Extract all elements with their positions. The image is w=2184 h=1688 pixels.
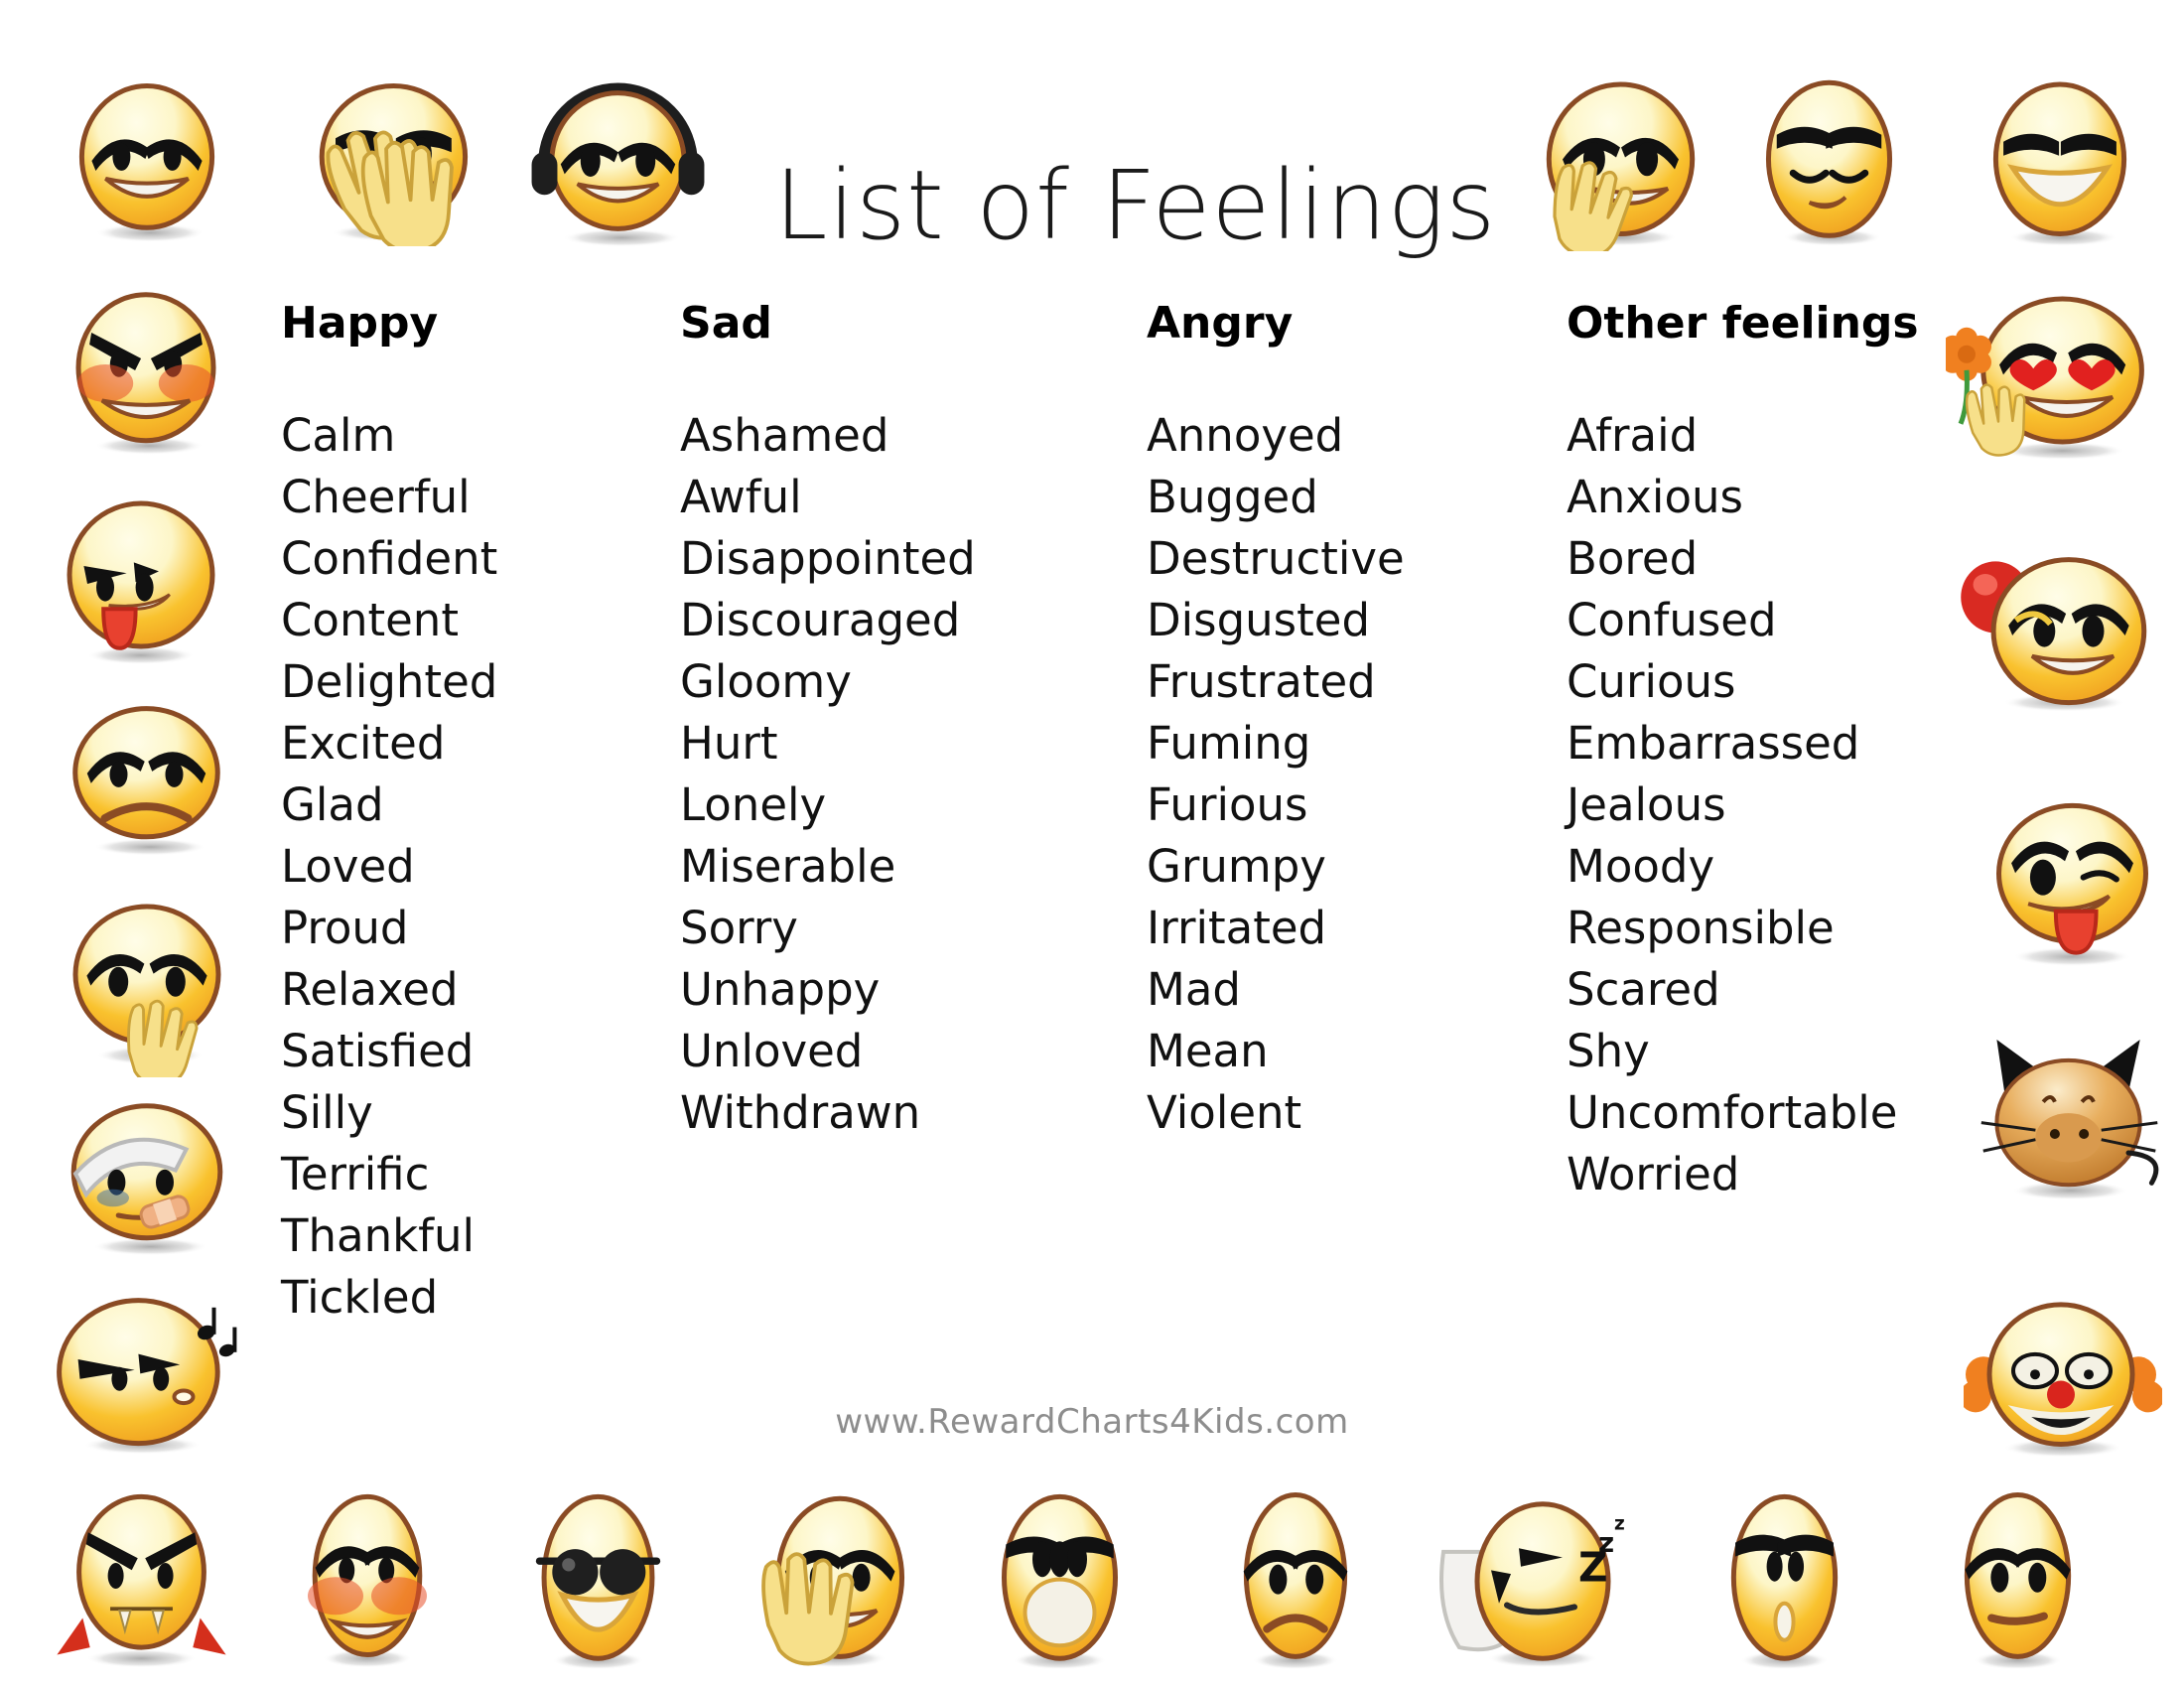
list-item: Satisfied bbox=[281, 1025, 475, 1077]
list-item: Calm bbox=[281, 409, 396, 462]
list-item: Withdrawn bbox=[680, 1086, 921, 1139]
surprised-smiley-icon bbox=[1703, 1489, 1866, 1673]
list-item: Miserable bbox=[680, 840, 896, 893]
page-title: List of Feelings bbox=[774, 150, 1497, 262]
list-item: Violent bbox=[1147, 1086, 1302, 1139]
sleepy-sad-smiley-icon bbox=[1747, 77, 1911, 251]
feelings-poster: List of Feelings Z z z Happy Calm Cheerf… bbox=[0, 0, 2184, 1688]
list-item: Bored bbox=[1567, 532, 1699, 585]
list-item: Relaxed bbox=[281, 963, 459, 1016]
sleeping-pillow-smiley-icon: Z z z bbox=[1439, 1489, 1638, 1673]
column-header-angry: Angry bbox=[1147, 298, 1294, 349]
waving-hand-smiley-icon bbox=[730, 1489, 923, 1673]
list-item: Responsible bbox=[1567, 902, 1835, 954]
list-item: Glad bbox=[281, 778, 384, 831]
list-item: Worried bbox=[1567, 1148, 1740, 1200]
word-list-happy: Calm Cheerful Confident Content Delighte… bbox=[281, 405, 678, 1329]
column-header-happy: Happy bbox=[281, 298, 439, 349]
list-item: Content bbox=[281, 594, 459, 646]
list-item: Disgusted bbox=[1147, 594, 1371, 646]
column-sad: Sad Ashamed Awful Disappointed Discourag… bbox=[680, 298, 1137, 1144]
list-item: Excited bbox=[281, 717, 446, 770]
list-item: Shy bbox=[1567, 1025, 1650, 1077]
column-angry: Angry Annoyed Bugged Destructive Disgust… bbox=[1147, 298, 1564, 1144]
list-item: Uncomfortable bbox=[1567, 1086, 1898, 1139]
list-item: Confident bbox=[281, 532, 498, 585]
list-item: Frustrated bbox=[1147, 655, 1376, 708]
list-item: Mad bbox=[1147, 963, 1241, 1016]
list-item: Terrific bbox=[281, 1148, 430, 1200]
facepalm-smiley-icon bbox=[288, 77, 477, 246]
word-list-sad: Ashamed Awful Disappointed Discouraged G… bbox=[680, 405, 1137, 1144]
word-list-angry: Annoyed Bugged Destructive Disgusted Fru… bbox=[1147, 405, 1564, 1144]
list-item: Awful bbox=[680, 471, 802, 523]
list-item: Sorry bbox=[680, 902, 798, 954]
column-other-feelings: Other feelings Afraid Anxious Bored Conf… bbox=[1567, 298, 2033, 1205]
list-item: Discouraged bbox=[680, 594, 961, 646]
list-item: Proud bbox=[281, 902, 409, 954]
list-item: Scared bbox=[1567, 963, 1720, 1016]
word-list-other-feelings: Afraid Anxious Bored Confused Curious Em… bbox=[1567, 405, 2033, 1205]
list-item: Thankful bbox=[281, 1209, 476, 1262]
list-item: Loved bbox=[281, 840, 415, 893]
column-header-sad: Sad bbox=[680, 298, 772, 349]
sad-frown-smiley-icon bbox=[1216, 1489, 1375, 1673]
list-item: Cheerful bbox=[281, 471, 471, 523]
feelings-columns: Happy Calm Cheerful Confident Content De… bbox=[0, 298, 2184, 1340]
list-item: Tickled bbox=[281, 1271, 439, 1324]
list-item: Ashamed bbox=[680, 409, 889, 462]
list-item: Curious bbox=[1567, 655, 1736, 708]
angry-vampire-smiley-icon bbox=[50, 1489, 233, 1673]
list-item: Gloomy bbox=[680, 655, 852, 708]
column-header-other-feelings: Other feelings bbox=[1567, 298, 1919, 349]
list-item: Moody bbox=[1567, 840, 1715, 893]
sunglasses-cool-smiley-icon bbox=[516, 1489, 680, 1673]
list-item: Unloved bbox=[680, 1025, 864, 1077]
list-item: Destructive bbox=[1147, 532, 1405, 585]
list-item: Furious bbox=[1147, 778, 1308, 831]
list-item: Anxious bbox=[1567, 471, 1743, 523]
grinning-raised-brows-smiley-icon bbox=[68, 77, 226, 246]
list-item: Unhappy bbox=[680, 963, 881, 1016]
svg-text:z: z bbox=[1598, 1526, 1614, 1559]
list-item: Irritated bbox=[1147, 902, 1327, 954]
neutral-worried-smiley-icon bbox=[1936, 1489, 2100, 1673]
list-item: Silly bbox=[281, 1086, 373, 1139]
footer-website-url: www.RewardCharts4Kids.com bbox=[835, 1402, 1349, 1442]
list-item: Confused bbox=[1567, 594, 1777, 646]
list-item: Disappointed bbox=[680, 532, 976, 585]
shocked-open-mouth-smiley-icon bbox=[973, 1489, 1147, 1673]
blushing-embarrassed-smiley-icon bbox=[288, 1489, 447, 1673]
list-item: Fuming bbox=[1147, 717, 1311, 770]
list-item: Jealous bbox=[1567, 778, 1726, 831]
list-item: Hurt bbox=[680, 717, 778, 770]
svg-text:z: z bbox=[1614, 1514, 1625, 1535]
list-item: Annoyed bbox=[1147, 409, 1344, 462]
big-grin-smiley-icon bbox=[1976, 77, 2144, 251]
list-item: Afraid bbox=[1567, 409, 1699, 462]
column-happy: Happy Calm Cheerful Confident Content De… bbox=[281, 298, 678, 1329]
list-item: Mean bbox=[1147, 1025, 1269, 1077]
list-item: Delighted bbox=[281, 655, 498, 708]
list-item: Lonely bbox=[680, 778, 827, 831]
list-item: Grumpy bbox=[1147, 840, 1326, 893]
list-item: Embarrassed bbox=[1567, 717, 1860, 770]
thinking-hand-on-chin-smiley-icon bbox=[1517, 77, 1706, 251]
headphones-music-smiley-icon bbox=[526, 71, 710, 250]
list-item: Bugged bbox=[1147, 471, 1318, 523]
